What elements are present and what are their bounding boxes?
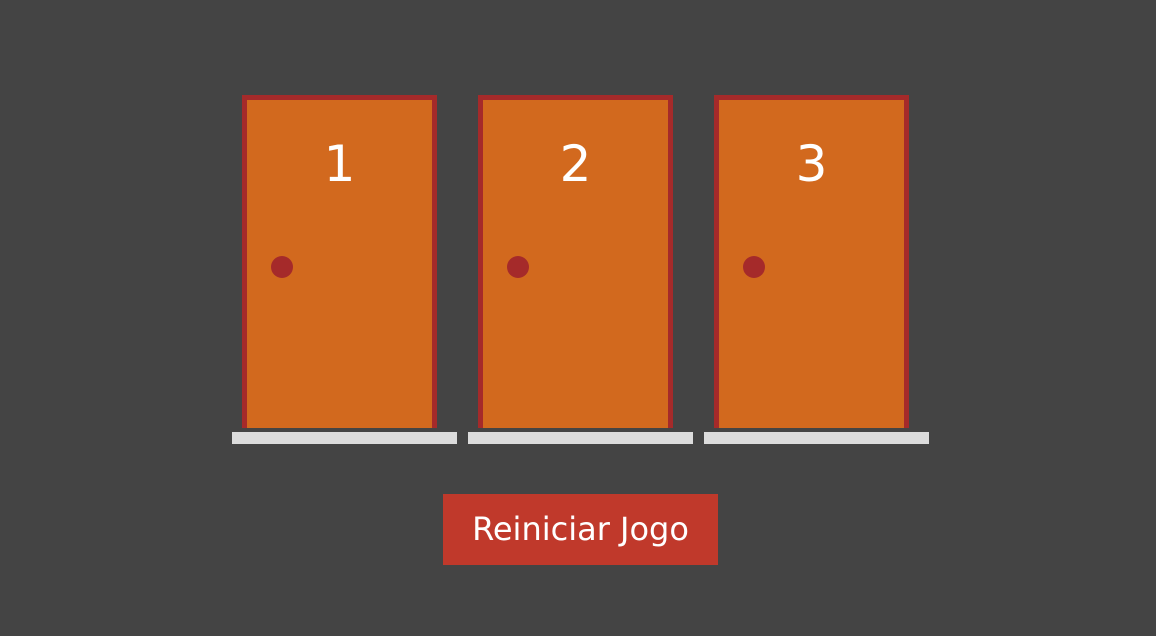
door-number: 1 <box>323 135 356 193</box>
door-threshold <box>704 432 929 444</box>
door-1[interactable]: 1 <box>242 95 437 428</box>
door-slot-3: 3 <box>704 95 929 444</box>
door-2[interactable]: 2 <box>478 95 673 428</box>
reset-game-button[interactable]: Reiniciar Jogo <box>443 494 718 565</box>
door-knob-icon <box>507 256 529 278</box>
door-knob-icon <box>743 256 765 278</box>
door-threshold <box>232 432 457 444</box>
door-slot-1: 1 <box>232 95 457 444</box>
door-threshold <box>468 432 693 444</box>
door-number: 3 <box>795 135 828 193</box>
door-slot-2: 2 <box>468 95 693 444</box>
door-knob-icon <box>271 256 293 278</box>
door-3[interactable]: 3 <box>714 95 909 428</box>
door-number: 2 <box>559 135 592 193</box>
